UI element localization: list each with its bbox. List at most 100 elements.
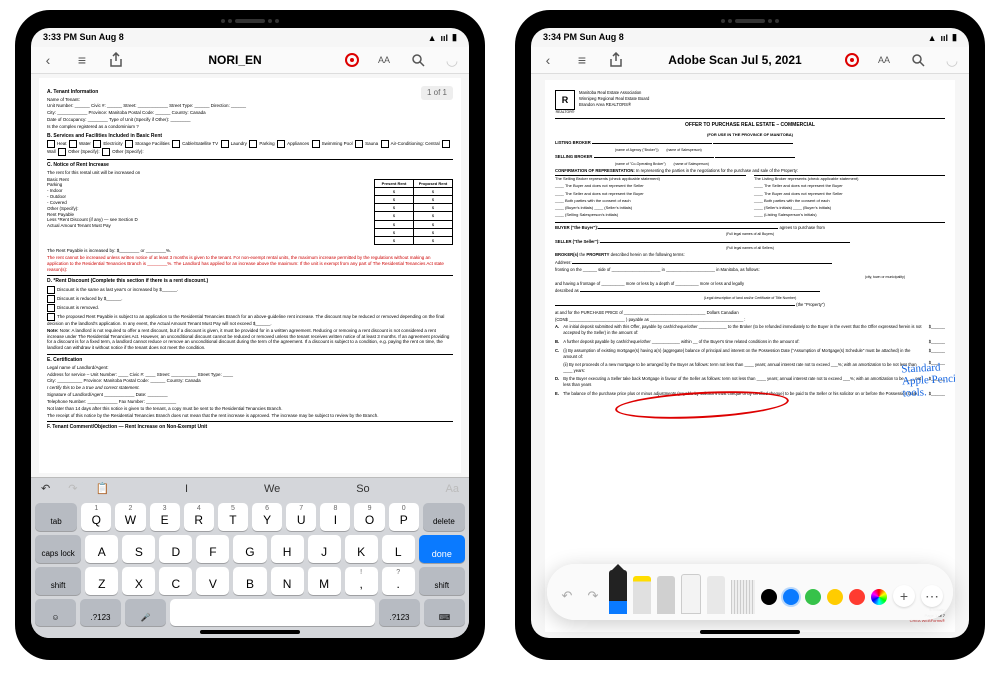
keyboard-toolbar: ↶ ↷ 📋 I We So Aa bbox=[31, 477, 469, 499]
key-T[interactable]: T5 bbox=[218, 503, 248, 531]
app-toolbar: ‹ ≡ Adobe Scan Jul 5, 2021 AA ◡ bbox=[531, 47, 969, 74]
undo-icon[interactable]: ↶ bbox=[557, 586, 577, 606]
key-D[interactable]: D bbox=[159, 535, 192, 563]
key-W[interactable]: W2 bbox=[115, 503, 145, 531]
add-icon[interactable]: + bbox=[893, 585, 915, 607]
key-N[interactable]: N bbox=[271, 567, 304, 595]
wifi-icon: ▲ bbox=[428, 33, 437, 43]
key-U[interactable]: U7 bbox=[286, 503, 316, 531]
key-Z[interactable]: Z bbox=[85, 567, 118, 595]
app-toolbar: ‹ ≡ NORI_EN AA ◡ bbox=[31, 47, 469, 74]
key-F[interactable]: F bbox=[196, 535, 229, 563]
ipad-left: 3:33 PM Sun Aug 8 ▲ııl▮ ‹ ≡ NORI_EN AA ◡… bbox=[15, 10, 485, 660]
key-shift[interactable]: shift bbox=[419, 567, 465, 595]
key-comma[interactable]: ,! bbox=[345, 567, 378, 595]
ipad-right: 3:34 PM Sun Aug 8 ▲ııl▮ ‹ ≡ Adobe Scan J… bbox=[515, 10, 985, 660]
highlighter-tool[interactable] bbox=[633, 576, 651, 614]
wifi-icon: ▲ bbox=[928, 33, 937, 43]
key-R[interactable]: R4 bbox=[184, 503, 214, 531]
back-icon[interactable]: ‹ bbox=[539, 51, 557, 69]
home-indicator[interactable] bbox=[700, 630, 800, 634]
redo-icon[interactable]: ↷ bbox=[583, 586, 603, 606]
key-P[interactable]: P0 bbox=[389, 503, 419, 531]
key-K[interactable]: K bbox=[345, 535, 378, 563]
key-G[interactable]: G bbox=[233, 535, 266, 563]
more-icon[interactable]: ⋯ bbox=[921, 585, 943, 607]
text-size-icon[interactable]: AA bbox=[375, 51, 393, 69]
signal-icon: ııl bbox=[941, 33, 949, 43]
bookmark-icon[interactable]: ◡ bbox=[443, 51, 461, 69]
pencil-tool[interactable] bbox=[657, 576, 675, 614]
share-icon[interactable] bbox=[607, 51, 625, 69]
page-indicator: 1 of 1 bbox=[421, 86, 453, 100]
color-blue[interactable] bbox=[783, 589, 799, 605]
color-picker-icon[interactable] bbox=[871, 589, 887, 605]
key-hide[interactable]: ⌨ bbox=[424, 599, 465, 626]
list-icon[interactable]: ≡ bbox=[573, 51, 591, 69]
text-size-icon[interactable]: AA bbox=[875, 51, 893, 69]
key-J[interactable]: J bbox=[308, 535, 341, 563]
key-A[interactable]: A bbox=[85, 535, 118, 563]
bookmark-icon[interactable]: ◡ bbox=[943, 51, 961, 69]
share-icon[interactable] bbox=[107, 51, 125, 69]
battery-icon: ▮ bbox=[952, 32, 957, 43]
markup-icon[interactable] bbox=[845, 53, 859, 67]
key-space[interactable] bbox=[170, 599, 375, 626]
search-icon[interactable] bbox=[909, 51, 927, 69]
status-bar: 3:34 PM Sun Aug 8 ▲ııl▮ bbox=[531, 28, 969, 47]
key-S[interactable]: S bbox=[122, 535, 155, 563]
key-O[interactable]: O9 bbox=[354, 503, 384, 531]
list-icon[interactable]: ≡ bbox=[73, 51, 91, 69]
doc-title: Adobe Scan Jul 5, 2021 bbox=[641, 53, 829, 67]
home-indicator[interactable] bbox=[200, 630, 300, 634]
key-H[interactable]: H bbox=[271, 535, 304, 563]
markup-toolbar: ↶ ↷ + ⋯ bbox=[547, 564, 953, 620]
color-yellow[interactable] bbox=[827, 589, 843, 605]
color-red[interactable] bbox=[849, 589, 865, 605]
eraser-tool[interactable] bbox=[681, 574, 701, 614]
predict-2[interactable]: We bbox=[264, 483, 280, 495]
key-V[interactable]: V bbox=[196, 567, 229, 595]
handwriting-annotation: StandardApple Penciltools. bbox=[901, 361, 955, 400]
battery-icon: ▮ bbox=[452, 32, 457, 43]
key-L[interactable]: L bbox=[382, 535, 415, 563]
key-B[interactable]: B bbox=[233, 567, 266, 595]
doc-title: NORI_EN bbox=[141, 53, 329, 67]
undo-icon[interactable]: ↶ bbox=[41, 482, 50, 495]
key-sym[interactable]: .?123 bbox=[80, 599, 121, 626]
key-M[interactable]: M bbox=[308, 567, 341, 595]
key-Q[interactable]: Q1 bbox=[81, 503, 111, 531]
key-tab[interactable]: tab bbox=[35, 503, 77, 531]
keyboard: tabQ1W2E3R4T5Y6U7I8O9P0delete caps lockA… bbox=[31, 499, 469, 638]
key-delete[interactable]: delete bbox=[423, 503, 465, 531]
ruler-tool[interactable] bbox=[731, 580, 755, 614]
search-icon[interactable] bbox=[409, 51, 427, 69]
key-done[interactable]: done bbox=[419, 535, 465, 563]
document-page[interactable]: 1 of 1 A. Tenant Information Name of Ten… bbox=[39, 78, 461, 473]
color-black[interactable] bbox=[761, 589, 777, 605]
document-page[interactable]: RREALTOR® Manitoba Real Estate Associati… bbox=[545, 80, 955, 632]
key-capslock[interactable]: caps lock bbox=[35, 535, 81, 563]
key-emoji[interactable]: ☺ bbox=[35, 599, 76, 626]
key-mic[interactable]: 🎤 bbox=[125, 599, 166, 626]
key-period[interactable]: .? bbox=[382, 567, 415, 595]
key-I[interactable]: I8 bbox=[320, 503, 350, 531]
predict-1[interactable]: I bbox=[185, 483, 188, 495]
markup-icon[interactable] bbox=[345, 53, 359, 67]
predict-3[interactable]: So bbox=[356, 483, 369, 495]
back-icon[interactable]: ‹ bbox=[39, 51, 57, 69]
color-green[interactable] bbox=[805, 589, 821, 605]
key-E[interactable]: E3 bbox=[150, 503, 180, 531]
lasso-tool[interactable] bbox=[707, 576, 725, 614]
pen-tool[interactable] bbox=[609, 570, 627, 614]
key-sym2[interactable]: .?123 bbox=[379, 599, 420, 626]
redo-icon[interactable]: ↷ bbox=[68, 482, 77, 495]
paste-icon[interactable]: 📋 bbox=[95, 482, 109, 495]
status-bar: 3:33 PM Sun Aug 8 ▲ııl▮ bbox=[31, 28, 469, 47]
key-shift[interactable]: shift bbox=[35, 567, 81, 595]
text-format-icon[interactable]: Aa bbox=[446, 483, 459, 495]
key-C[interactable]: C bbox=[159, 567, 192, 595]
signal-icon: ııl bbox=[441, 33, 449, 43]
key-Y[interactable]: Y6 bbox=[252, 503, 282, 531]
key-X[interactable]: X bbox=[122, 567, 155, 595]
